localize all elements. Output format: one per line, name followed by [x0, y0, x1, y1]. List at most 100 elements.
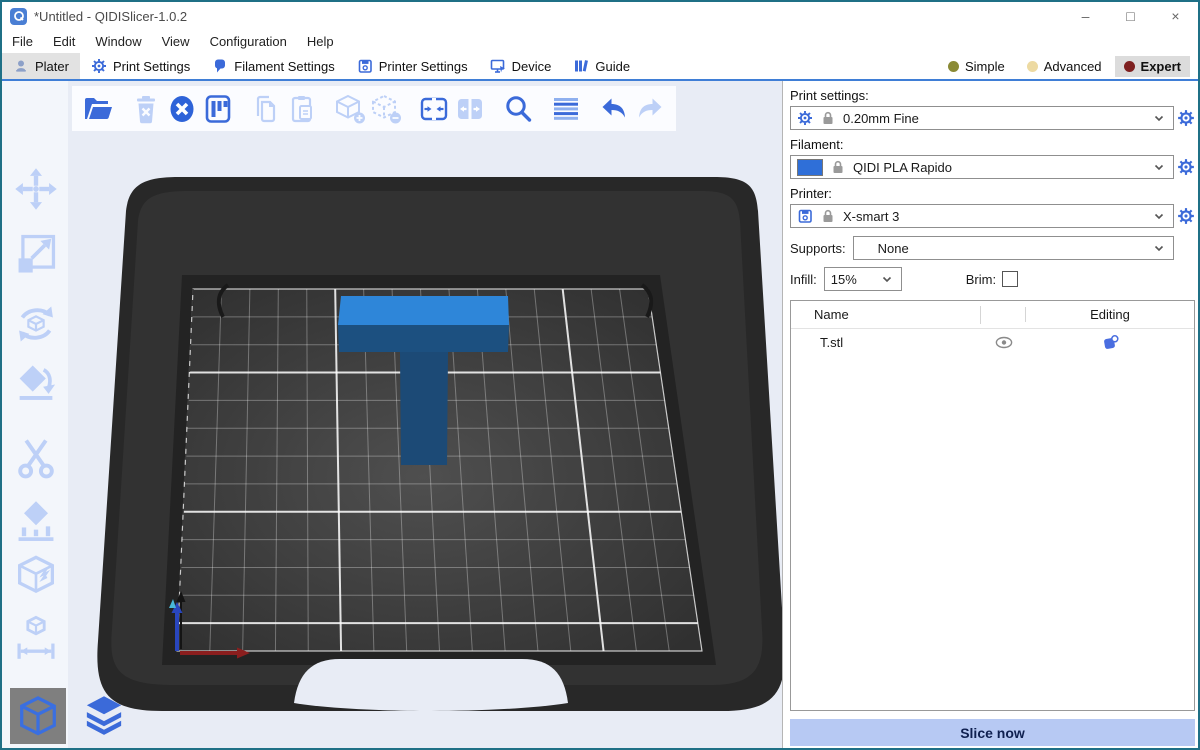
seam-tool[interactable]: [12, 553, 60, 601]
expert-dot-icon: [1124, 61, 1135, 72]
viewport-3d[interactable]: [2, 81, 782, 748]
open-button[interactable]: [80, 91, 116, 127]
cut-tool[interactable]: [12, 435, 60, 483]
move-tool[interactable]: [12, 165, 60, 213]
supports-label: Supports:: [790, 241, 846, 256]
cut-icon: [12, 435, 60, 483]
guide-icon: [573, 58, 589, 74]
print-settings-label: Print settings:: [790, 88, 1195, 103]
rotate-tool[interactable]: [12, 300, 60, 348]
tab-plater[interactable]: Plater: [2, 53, 80, 79]
column-visibility: [980, 306, 1025, 324]
mode-simple[interactable]: Simple: [939, 56, 1014, 77]
place-on-face-icon: [12, 360, 60, 408]
menu-file[interactable]: File: [2, 34, 43, 49]
print-bed-scene[interactable]: [2, 81, 782, 748]
add-instance-button[interactable]: [332, 91, 368, 127]
slice-now-button[interactable]: Slice now: [790, 719, 1195, 746]
paste-button[interactable]: [284, 91, 320, 127]
printer-gear-button[interactable]: [1177, 207, 1195, 225]
variable-layer-height-button[interactable]: [548, 91, 584, 127]
tray-handle-cutout: [294, 659, 568, 711]
eye-icon[interactable]: [995, 336, 1013, 349]
print-settings-gear-button[interactable]: [1177, 109, 1195, 127]
filament-combo[interactable]: QIDI PLA Rapido: [790, 155, 1174, 179]
supports-combo[interactable]: None: [853, 236, 1174, 260]
gear-icon: [797, 110, 813, 126]
chevron-down-icon: [1151, 159, 1167, 175]
plater-icon: [13, 58, 29, 74]
lock-icon: [820, 110, 836, 126]
chevron-down-icon: [879, 271, 895, 287]
paint-support-tool[interactable]: [12, 498, 60, 546]
paint-support-icon: [12, 498, 60, 546]
copy-button[interactable]: [248, 91, 284, 127]
lock-icon: [830, 159, 846, 175]
title-bar: *Untitled - QIDISlicer-1.0.2 – □ ×: [2, 2, 1198, 30]
lock-icon: [820, 208, 836, 224]
view-mode-switcher: [10, 688, 132, 744]
chevron-down-icon: [1151, 110, 1167, 126]
chevron-down-icon: [1151, 240, 1167, 256]
move-icon: [12, 165, 60, 213]
menu-edit[interactable]: Edit: [43, 34, 85, 49]
scale-tool[interactable]: [12, 230, 60, 278]
mode-selector: Simple Advanced Expert: [939, 56, 1198, 77]
print-settings-combo[interactable]: 0.20mm Fine: [790, 106, 1174, 130]
split-to-objects-button[interactable]: [416, 91, 452, 127]
menu-configuration[interactable]: Configuration: [200, 34, 297, 49]
mode-advanced[interactable]: Advanced: [1018, 56, 1111, 77]
arrange-button[interactable]: [200, 91, 236, 127]
tab-bar: Plater Print Settings Filament Settings …: [2, 53, 1198, 81]
measure-tool[interactable]: [12, 613, 60, 661]
device-icon: [490, 58, 506, 74]
chevron-down-icon: [1151, 208, 1167, 224]
tab-filament-settings[interactable]: Filament Settings: [201, 53, 345, 79]
rotate-icon: [12, 300, 60, 348]
view-3d-editor-button[interactable]: [10, 688, 66, 744]
edit-object-icon[interactable]: [1102, 334, 1119, 351]
column-name: Name: [791, 307, 980, 322]
printer-label: Printer:: [790, 186, 1195, 201]
infill-combo[interactable]: 15%: [824, 267, 902, 291]
view-preview-button[interactable]: [76, 688, 132, 744]
search-button[interactable]: [500, 91, 536, 127]
tab-print-settings[interactable]: Print Settings: [80, 53, 201, 79]
object-row-tstl[interactable]: T.stl: [791, 329, 1194, 356]
menu-help[interactable]: Help: [297, 34, 344, 49]
object-list-header: Name Editing: [791, 301, 1194, 329]
filament-icon: [212, 58, 228, 74]
redo-button[interactable]: [632, 91, 668, 127]
mode-expert[interactable]: Expert: [1115, 56, 1190, 77]
menu-window[interactable]: Window: [85, 34, 151, 49]
undo-button[interactable]: [596, 91, 632, 127]
menu-bar: File Edit Window View Configuration Help: [2, 30, 1198, 53]
delete-all-button[interactable]: [164, 91, 200, 127]
remove-instance-button[interactable]: [368, 91, 404, 127]
menu-view[interactable]: View: [152, 34, 200, 49]
object-list: Name Editing T.stl: [790, 300, 1195, 711]
app-icon: [10, 8, 27, 25]
maximize-button[interactable]: □: [1108, 2, 1153, 30]
tab-guide[interactable]: Guide: [562, 53, 641, 79]
measure-icon: [12, 613, 60, 661]
column-editing: Editing: [1025, 307, 1194, 322]
minimize-button[interactable]: –: [1063, 2, 1108, 30]
filament-color-swatch: [797, 159, 823, 176]
tab-device[interactable]: Device: [479, 53, 563, 79]
split-to-parts-button[interactable]: [452, 91, 488, 127]
advanced-dot-icon: [1027, 61, 1038, 72]
place-on-face-tool[interactable]: [12, 360, 60, 408]
brim-checkbox[interactable]: [1002, 271, 1018, 287]
cube-3d-icon: [14, 692, 62, 740]
window-title: *Untitled - QIDISlicer-1.0.2: [34, 9, 187, 24]
gear-icon: [91, 58, 107, 74]
tab-printer-settings[interactable]: Printer Settings: [346, 53, 479, 79]
filament-label: Filament:: [790, 137, 1195, 152]
printer-combo[interactable]: X-smart 3: [790, 204, 1174, 228]
delete-button[interactable]: [128, 91, 164, 127]
close-button[interactable]: ×: [1153, 2, 1198, 30]
object-name: T.stl: [791, 335, 982, 350]
layers-preview-icon: [80, 692, 128, 740]
filament-gear-button[interactable]: [1177, 158, 1195, 176]
